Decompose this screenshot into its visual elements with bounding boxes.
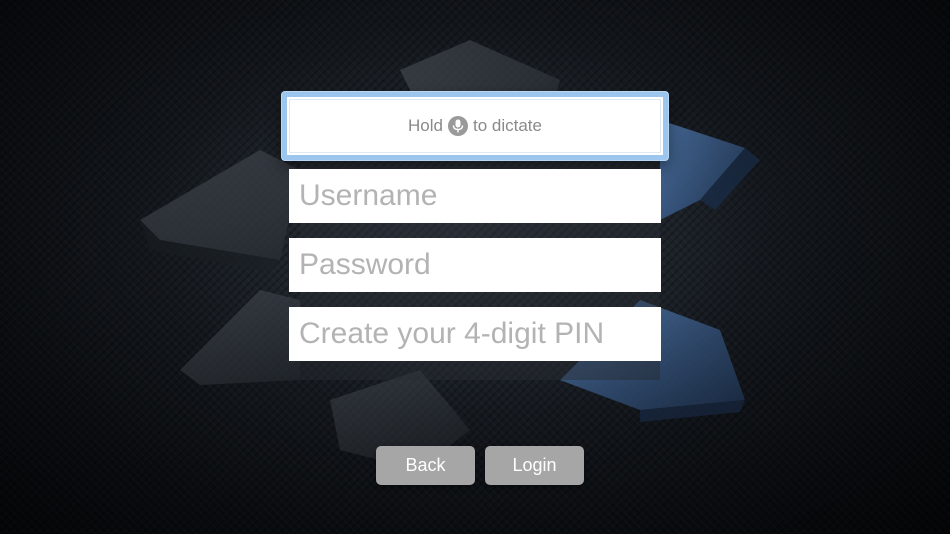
pin-field-box: [289, 307, 661, 361]
dictation-hint: Hold to dictate: [408, 116, 542, 136]
pin-input[interactable]: [299, 317, 651, 351]
password-field-box: [289, 238, 661, 292]
dictation-dictate-label: to dictate: [472, 116, 542, 135]
username-field-box: [289, 169, 661, 223]
username-input[interactable]: [299, 179, 651, 213]
back-button[interactable]: Back: [376, 446, 475, 485]
microphone-icon: [447, 116, 468, 136]
dictation-field[interactable]: Hold to dictate: [282, 92, 668, 160]
password-input[interactable]: [299, 248, 651, 282]
login-screen: Hold to dictate Back Login: [0, 0, 950, 534]
login-button[interactable]: Login: [485, 446, 584, 485]
dictation-hold-label: Hold: [408, 116, 443, 135]
